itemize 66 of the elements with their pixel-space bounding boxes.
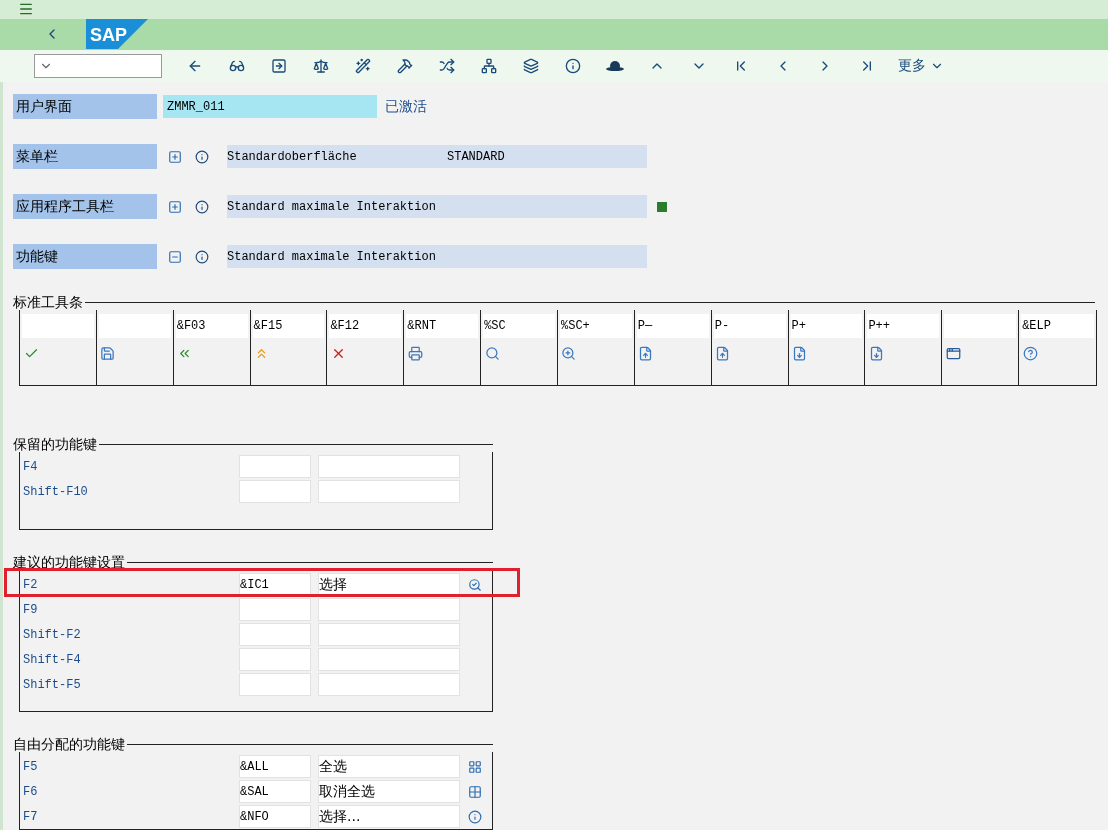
code-field[interactable]: &IC1 [239, 573, 311, 596]
field-label: 用户界面 [13, 94, 157, 119]
text-field[interactable] [318, 623, 460, 646]
logo-drawing: SAP [86, 19, 148, 50]
search-check-icon[interactable] [467, 577, 483, 592]
function-key: Shift-F2 [20, 627, 239, 642]
function-code: P+ [790, 314, 863, 338]
status-text: 已激活 [385, 97, 427, 116]
function-code: %SC [483, 314, 555, 338]
text-field[interactable] [318, 455, 460, 478]
section-title: 标准工具条 [13, 294, 85, 310]
function-code: P— [636, 314, 709, 338]
function-code: &F03 [175, 314, 248, 338]
grid-icon[interactable] [467, 759, 483, 774]
code-field[interactable] [239, 623, 311, 646]
description-field[interactable]: Standard maximale Interaktion [227, 195, 647, 218]
function-code: &ELP [1021, 314, 1094, 338]
section-title: 自由分配的功能键 [13, 736, 127, 752]
help-icon[interactable] [1021, 346, 1040, 361]
search-icon[interactable] [483, 346, 502, 361]
window-icon[interactable] [944, 346, 963, 361]
text-field[interactable] [318, 648, 460, 671]
zoom-in-icon[interactable] [560, 346, 578, 361]
function-code: &F12 [329, 314, 402, 338]
function-key: Shift-F4 [20, 652, 239, 667]
function-code: P- [713, 314, 786, 338]
function-key: Shift-F5 [20, 677, 239, 692]
function-key: F7 [20, 809, 239, 824]
description-field[interactable]: Standardoberfläche STANDARD [227, 145, 647, 168]
more-button[interactable]: 更多 [896, 55, 946, 77]
text-field[interactable]: 选择 [318, 573, 460, 596]
function-key: Shift-F10 [20, 484, 239, 499]
code-field[interactable]: &ALL [239, 755, 311, 778]
function-key: F2 [20, 577, 239, 592]
text-field[interactable]: 选择... [318, 805, 460, 828]
code-field[interactable] [239, 648, 311, 671]
function-key: F6 [20, 784, 239, 799]
code-field[interactable]: &SAL [239, 780, 311, 803]
function-code: &F15 [252, 314, 325, 338]
grid-outline-icon[interactable] [467, 784, 483, 799]
dropdown-field[interactable] [34, 54, 162, 78]
field-label: 菜单栏 [13, 144, 157, 169]
interface-field[interactable]: ZMMR_011 [163, 95, 377, 118]
code-field[interactable] [239, 598, 311, 621]
text-field[interactable] [318, 480, 460, 503]
description-field[interactable]: Standard maximale Interaktion [227, 245, 647, 268]
function-code: &RNT [406, 314, 479, 338]
code-field[interactable] [239, 455, 311, 478]
code-field[interactable]: &NFO [239, 805, 311, 828]
section-title: 保留的功能键 [13, 436, 99, 452]
info-icon[interactable] [467, 809, 483, 824]
text-field[interactable]: 全选 [318, 755, 460, 778]
code-field[interactable] [239, 673, 311, 696]
function-key: F4 [20, 459, 239, 474]
text-field[interactable] [318, 598, 460, 621]
field-label: 应用程序工具栏 [13, 194, 157, 219]
function-code: %SC+ [560, 314, 632, 338]
function-code: P++ [867, 314, 940, 338]
text-field[interactable] [318, 673, 460, 696]
function-key: F5 [20, 759, 239, 774]
code-field[interactable] [239, 480, 311, 503]
printer-icon[interactable] [406, 346, 425, 361]
function-key: F9 [20, 602, 239, 617]
field-label: 功能键 [13, 244, 157, 269]
save-icon[interactable] [98, 346, 117, 361]
text-field[interactable]: 取消全选 [318, 780, 460, 803]
